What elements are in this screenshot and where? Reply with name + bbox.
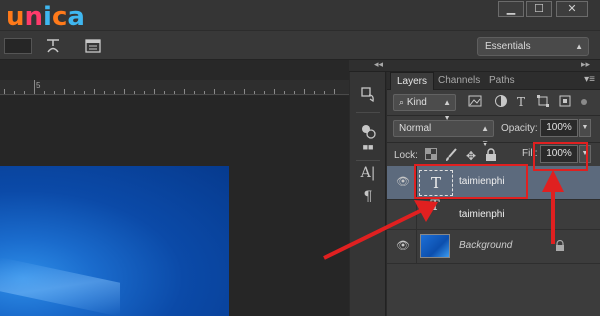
layer-name: Background xyxy=(459,240,513,251)
canvas-area[interactable]: 5 xyxy=(0,60,349,316)
filter-kind-value: Kind xyxy=(406,97,427,108)
title-bar: unica ▁ ☐ ✕ xyxy=(0,0,600,32)
chevron-updown-icon: ▲▼ xyxy=(481,124,489,148)
filter-type-icon[interactable]: T xyxy=(513,94,529,110)
opacity-dropdown-button[interactable]: ▼ xyxy=(579,119,591,137)
lock-transparent-icon[interactable] xyxy=(423,148,439,164)
logo-letter-i: i xyxy=(43,2,52,32)
opacity-input[interactable]: 100% xyxy=(540,119,578,137)
panel-tabs: Layers Channels Paths ▾≡ xyxy=(387,72,600,90)
lock-icon xyxy=(555,239,565,255)
panel-menu-icon[interactable]: ▾≡ xyxy=(584,74,595,85)
unica-logo: unica xyxy=(6,2,85,32)
filter-shape-icon[interactable] xyxy=(535,94,551,110)
blend-mode-value: Normal xyxy=(399,123,432,134)
layer-row[interactable]: T taimienphi xyxy=(387,198,600,230)
character-icon[interactable]: A| xyxy=(359,164,377,182)
color-swatch[interactable] xyxy=(4,38,32,54)
character-panel-icon[interactable] xyxy=(84,37,102,55)
tab-layers[interactable]: Layers xyxy=(390,72,435,90)
paragraph-icon[interactable]: ¶ xyxy=(359,188,377,206)
minimize-button[interactable]: ▁ xyxy=(498,1,524,17)
filter-pixel-icon[interactable] xyxy=(467,94,483,110)
logo-letter-n: n xyxy=(24,2,44,32)
lock-image-brush-icon[interactable] xyxy=(443,148,459,164)
lock-all-icon[interactable] xyxy=(483,148,499,164)
logo-letter-a: a xyxy=(67,2,85,32)
highlight-box-layer xyxy=(414,164,528,199)
options-bar: Essentials ▲▼ xyxy=(0,30,600,68)
opacity-label: Opacity: xyxy=(501,123,538,134)
background-thumbnail xyxy=(420,234,450,258)
layer-row[interactable]: 👁 Background xyxy=(387,230,600,264)
filter-toggle-icon[interactable] xyxy=(581,99,587,105)
blend-mode-select[interactable]: Normal ▲ ▼ xyxy=(393,120,494,148)
eye-icon[interactable]: 👁 xyxy=(396,240,410,252)
workspace-select[interactable]: Essentials ▲▼ xyxy=(477,37,589,68)
properties-icon[interactable]: ■■ xyxy=(359,138,377,156)
document-image[interactable] xyxy=(0,166,229,316)
filter-smartobject-icon[interactable] xyxy=(557,94,573,110)
filter-kind-select[interactable]: ⌕ Kind ▲ ▼ xyxy=(393,94,456,122)
maximize-button[interactable]: ☐ xyxy=(526,1,552,17)
highlight-box-fill xyxy=(533,142,588,171)
collapse-left-icon[interactable]: ◂◂ xyxy=(374,59,383,70)
collapsed-panel-column: ■■ A| ¶ xyxy=(350,72,386,316)
logo-letter-c: c xyxy=(51,2,68,32)
tab-paths[interactable]: Paths xyxy=(483,72,521,90)
tab-channels[interactable]: Channels xyxy=(432,72,486,90)
ruler-label: 5 xyxy=(36,81,41,90)
lock-label: Lock: xyxy=(394,150,418,161)
search-icon: ⌕ xyxy=(399,97,405,107)
close-button[interactable]: ✕ xyxy=(556,1,588,17)
logo-letter-u: u xyxy=(6,2,25,32)
filter-adjustment-icon[interactable] xyxy=(493,94,509,110)
text-warp-icon[interactable] xyxy=(44,37,62,55)
collapse-right-icon[interactable]: ▸▸ xyxy=(581,59,590,70)
panel-collapse-bar: ◂◂ ▸▸ xyxy=(349,59,600,72)
horizontal-ruler: 5 xyxy=(0,80,349,95)
layer-name: taimienphi xyxy=(459,209,505,220)
lock-position-move-icon[interactable]: ✥ xyxy=(463,148,479,164)
workspace-value: Essentials xyxy=(485,41,531,52)
history-icon[interactable] xyxy=(359,86,377,104)
eye-icon[interactable]: 👁 xyxy=(396,176,410,188)
